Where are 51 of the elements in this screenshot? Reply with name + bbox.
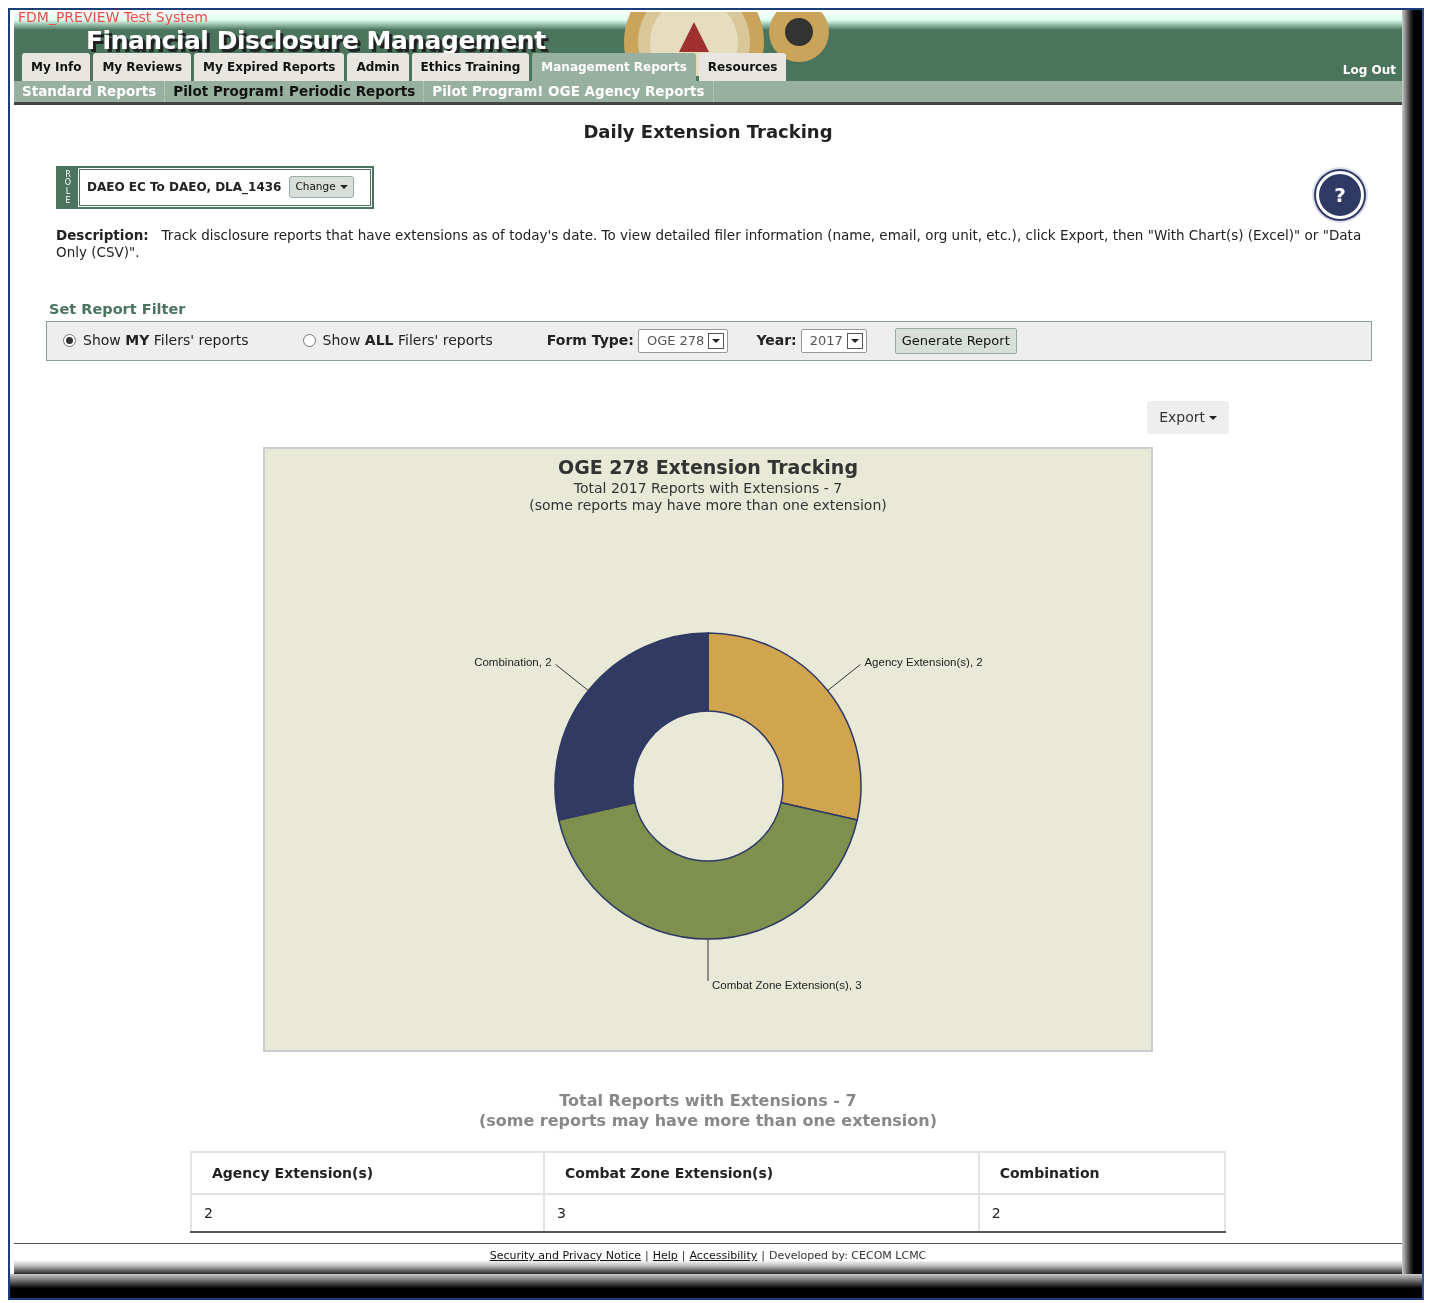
caret-icon	[1209, 415, 1217, 420]
generate-report-button[interactable]: Generate Report	[894, 328, 1017, 354]
totals-text: Total Reports with Extensions - 7	[558, 1091, 858, 1112]
table-cell: 2	[191, 1194, 544, 1233]
logout-link[interactable]: Log Out	[1342, 60, 1396, 79]
footer-link[interactable]: Help	[652, 1249, 678, 1263]
select-field[interactable]: 2017	[800, 329, 867, 353]
help-button[interactable]: ?	[1316, 171, 1364, 220]
data-label: Combat Zone Extension(s), 3	[712, 978, 862, 991]
role-tag: ROLE	[58, 167, 78, 207]
system-label: FDM_PREVIEW Test System	[18, 10, 208, 25]
totals-text: (some reports may have more than one extension)	[477, 1111, 939, 1132]
chart-subtitle: (some reports may have more than one extension)	[529, 496, 887, 513]
footer-separator: |	[681, 1249, 686, 1263]
nav-tab[interactable]: Resources	[698, 52, 787, 81]
select-field[interactable]: OGE 278	[637, 329, 729, 353]
leader-line	[707, 938, 709, 982]
nav-tab[interactable]: My Info	[22, 52, 91, 81]
leader-line	[555, 663, 589, 691]
field-label: Year:	[756, 331, 797, 351]
page-title: Daily Extension Tracking	[582, 120, 834, 145]
footer-credit: Developed by: CECOM LCMC	[768, 1249, 927, 1263]
data-label: Combination, 2	[474, 656, 552, 669]
caret-icon	[339, 185, 348, 190]
nav-tab[interactable]: My Expired Reports	[194, 52, 345, 81]
app-title: Financial Disclosure Management	[86, 28, 546, 53]
chart-subtitle: Total 2017 Reports with Extensions - 7	[573, 479, 843, 496]
change-button[interactable]: Change	[289, 176, 354, 199]
footer-separator: |	[645, 1249, 649, 1263]
column-header: Combat Zone Extension(s)	[544, 1152, 979, 1195]
table-cell: 2	[978, 1194, 1225, 1233]
subnav-link[interactable]: Pilot Program! Periodic Reports	[165, 81, 425, 102]
radio-option[interactable]: Show MY Filers' reports	[63, 330, 249, 352]
chart-title: OGE 278 Extension Tracking	[558, 455, 858, 478]
column-header: Agency Extension(s)	[191, 1152, 544, 1195]
radio-option[interactable]: Show ALL Filers' reports	[302, 330, 493, 352]
nav-tab[interactable]: Ethics Training	[411, 52, 530, 81]
export-button[interactable]: Export	[1147, 400, 1229, 434]
role-value: DAEO EC To DAEO, DLA_1436	[87, 179, 282, 197]
nav-tab[interactable]: Admin	[347, 52, 409, 81]
data-label: Agency Extension(s), 2	[864, 656, 983, 669]
field-label: Form Type:	[546, 331, 634, 351]
footer-link[interactable]: Security and Privacy Notice	[489, 1249, 641, 1263]
table-cell: 3	[544, 1194, 979, 1233]
filter-legend: Set Report Filter	[49, 299, 1402, 321]
footer-link[interactable]: Accessibility	[689, 1249, 758, 1263]
column-header: Combination	[978, 1152, 1225, 1195]
description-text: Description: Track disclosure reports that have extensions as of today's date. To view detailed filer information (name, email, org unit, etc.), click Export, then "With Chart(s) (Excel)" or "Data Only (CSV)".	[56, 227, 1363, 262]
leader-line	[827, 663, 861, 691]
footer-separator: |	[761, 1249, 765, 1263]
nav-tab[interactable]: My Reviews	[93, 52, 192, 81]
